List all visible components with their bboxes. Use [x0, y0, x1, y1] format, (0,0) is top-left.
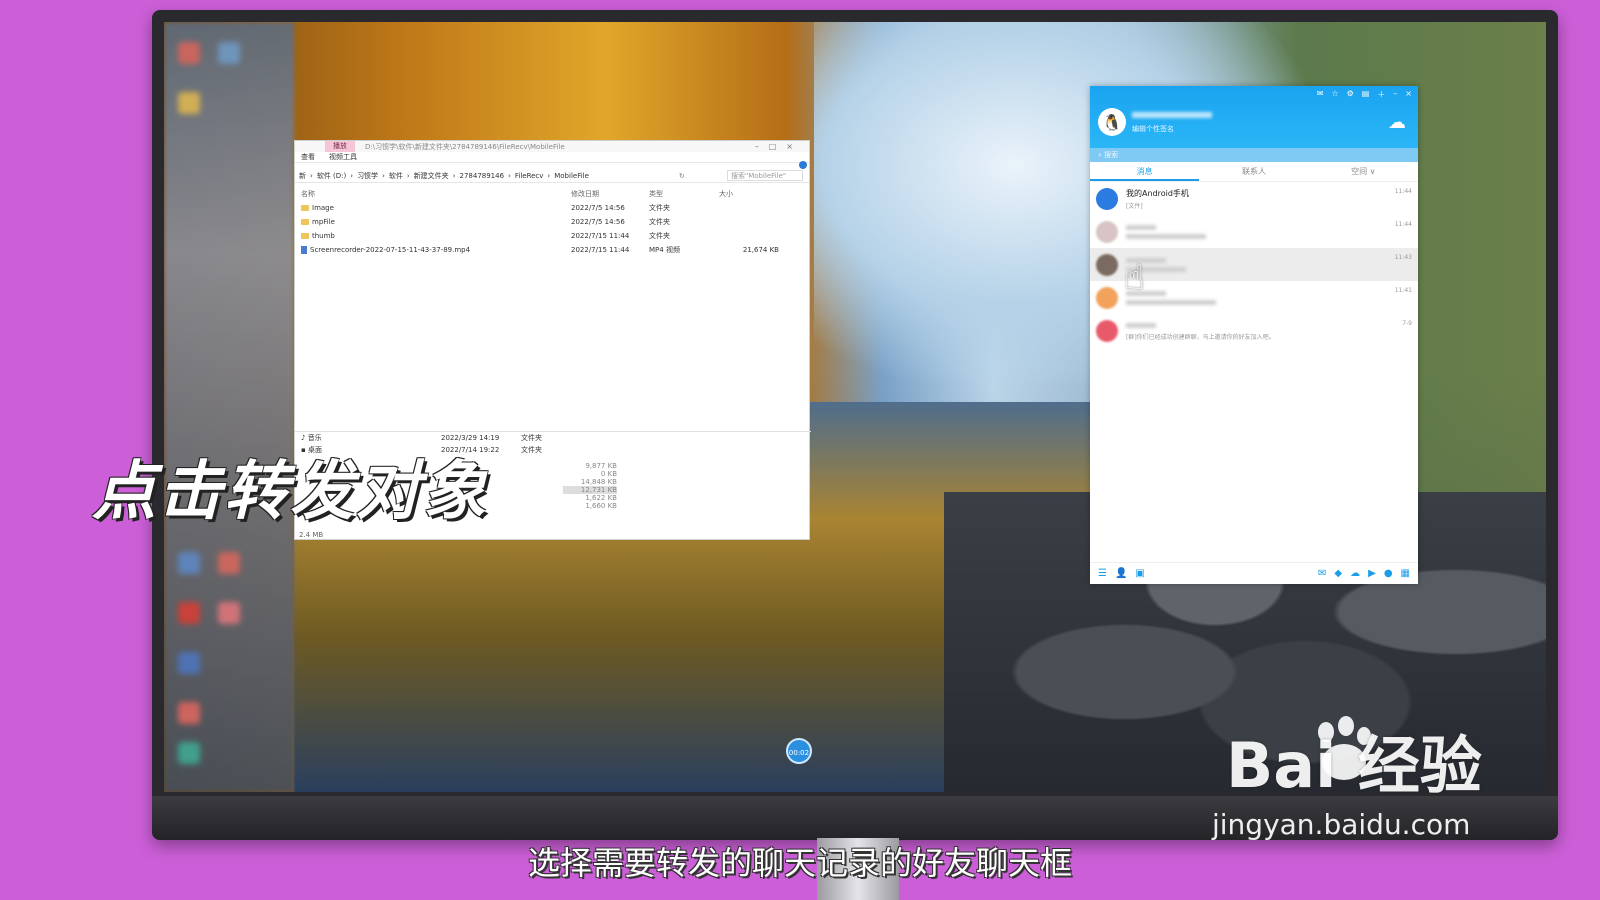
ribbon-view[interactable]: 查看	[301, 152, 315, 162]
qq-tabs: 消息 联系人 空间 ∨	[1090, 162, 1418, 182]
breadcrumb-3[interactable]: 软件	[389, 171, 403, 181]
music-app-icon[interactable]: ●	[1384, 568, 1393, 579]
file-icon[interactable]: ▤	[1362, 89, 1370, 100]
tab-space[interactable]: 空间 ∨	[1309, 162, 1418, 181]
mail-icon[interactable]: ✉	[1317, 89, 1324, 100]
android-phone-icon	[1096, 187, 1118, 210]
weather-icon[interactable]: ☁	[1388, 112, 1406, 133]
search-input[interactable]: 搜索"MobileFile"	[727, 170, 803, 181]
column-name[interactable]: 名称	[301, 189, 571, 199]
watermark-url: jingyan.baidu.com	[1212, 808, 1471, 841]
chat-item[interactable]: 我的Android手机 [文件] 11:44	[1090, 182, 1418, 215]
breadcrumb-7[interactable]: MobileFile	[554, 172, 589, 180]
desktop-icon[interactable]	[178, 742, 200, 764]
add-friend-icon[interactable]: 👤	[1115, 568, 1127, 579]
desktop-screen: 播放 D:\习惯学\软件\新建文件夹\2784789146\FileRecv\M…	[164, 22, 1546, 792]
chat-item[interactable]: 11:44	[1090, 215, 1418, 248]
folder-icon	[301, 219, 309, 225]
star-icon[interactable]: ☆	[1331, 89, 1338, 100]
avatar	[1096, 220, 1118, 243]
address-bar[interactable]: 新 › 软件 (D:) › 习惯学 › 软件 › 新建文件夹 › 2784789146 › …	[295, 169, 809, 183]
desktop-icon[interactable]	[178, 602, 200, 624]
tab-play[interactable]: 播放	[325, 141, 355, 152]
desktop-icon[interactable]	[218, 602, 240, 624]
help-icon[interactable]	[799, 161, 807, 169]
watermark-brand: Bai 经验	[1226, 729, 1482, 802]
explorer-ribbon: 查看 视频工具	[295, 152, 809, 163]
blurred-desktop-icons	[164, 22, 294, 792]
desktop-icon[interactable]	[178, 42, 200, 64]
file-row[interactable]: thumb 2022/7/15 11:44 文件夹	[295, 229, 809, 243]
folder-icon	[301, 205, 309, 211]
refresh-icon[interactable]: ↻	[679, 172, 685, 180]
tab-messages[interactable]: 消息	[1090, 162, 1200, 181]
file-row[interactable]: Image 2022/7/5 14:56 文件夹	[295, 201, 809, 215]
window-controls-icon[interactable]: –□×	[755, 142, 809, 151]
recording-timer[interactable]: 00:02	[786, 738, 812, 764]
desktop-icon[interactable]	[178, 92, 200, 114]
breadcrumb-2[interactable]: 习惯学	[357, 171, 378, 181]
desktop-icon[interactable]	[178, 552, 200, 574]
penguin-avatar[interactable]: 🐧	[1098, 108, 1126, 136]
breadcrumb-1[interactable]: 软件 (D:)	[317, 171, 346, 181]
menu-icon[interactable]: ☰	[1098, 568, 1107, 579]
qq-toolbar: ✉ ☆ ⚙ ▤ ＋ – ×	[1317, 89, 1412, 100]
column-type[interactable]: 类型	[649, 189, 719, 199]
column-date[interactable]: 修改日期	[571, 189, 649, 199]
breadcrumb-6[interactable]: FileRecv	[515, 172, 544, 180]
qq-main-window[interactable]: ✉ ☆ ⚙ ▤ ＋ – × 🐧 编辑个性签名 ☁ ⌕ 搜索 消息 联系人 空间 …	[1090, 86, 1418, 584]
add-icon[interactable]: ＋	[1377, 89, 1385, 100]
tab-contacts[interactable]: 联系人	[1199, 162, 1308, 181]
settings-icon[interactable]: ⚙	[1347, 89, 1354, 100]
avatar	[1096, 253, 1118, 276]
avatar	[1096, 319, 1118, 342]
explorer-titlebar[interactable]: 播放 D:\习惯学\软件\新建文件夹\2784789146\FileRecv\M…	[295, 141, 809, 152]
desktop-icon[interactable]	[218, 42, 240, 64]
breadcrumb-4[interactable]: 新建文件夹	[414, 171, 449, 181]
cloud-icon[interactable]: ☁	[1350, 568, 1360, 579]
file-assistant-icon[interactable]: ▣	[1135, 568, 1144, 579]
chat-item[interactable]: [群]你们已经成功创建群聊，马上邀请你的好友加入吧。 7-9	[1090, 314, 1418, 347]
signature[interactable]: 编辑个性签名	[1132, 124, 1174, 134]
apps-icon[interactable]: ▦	[1401, 568, 1410, 579]
file-row[interactable]: Screenrecorder-2022-07-15-11-43-37-89.mp…	[295, 243, 809, 257]
minimize-icon[interactable]: –	[1393, 89, 1397, 100]
column-headers: 名称 修改日期 类型 大小	[295, 183, 809, 201]
subtitle: 选择需要转发的聊天记录的好友聊天框	[527, 844, 1072, 882]
qq-search-input[interactable]: ⌕ 搜索	[1090, 148, 1418, 162]
desktop-icon[interactable]	[178, 652, 200, 674]
file-row[interactable]: mpFile 2022/7/5 14:56 文件夹	[295, 215, 809, 229]
nickname-blurred	[1132, 112, 1212, 118]
breadcrumb-0[interactable]: 新	[299, 171, 306, 181]
close-icon[interactable]: ×	[1405, 89, 1412, 100]
desktop-icon[interactable]	[178, 702, 200, 724]
size-column: 9,877 KB 0 KB 14,848 KB 12,731 KB 1,622 …	[563, 462, 617, 510]
folder-icon	[301, 233, 309, 239]
hand-cursor-icon: ☝	[1124, 258, 1145, 298]
game-icon[interactable]: ◆	[1334, 568, 1342, 579]
breadcrumb-5[interactable]: 2784789146	[460, 172, 505, 180]
qq-header: ✉ ☆ ⚙ ▤ ＋ – × 🐧 编辑个性签名 ☁	[1090, 86, 1418, 148]
mail-app-icon[interactable]: ✉	[1318, 568, 1326, 579]
window-path: D:\习惯学\软件\新建文件夹\2784789146\FileRecv\Mobi…	[365, 142, 565, 151]
video-icon[interactable]: ▶	[1368, 568, 1376, 579]
ribbon-video-tools[interactable]: 视频工具	[329, 152, 357, 162]
tutorial-caption: 点击转发对象	[92, 455, 488, 529]
status-bar: 2.4 MB	[299, 531, 324, 539]
qq-bottom-bar: ☰ 👤 ▣ ✉ ◆ ☁ ▶ ● ▦	[1090, 562, 1418, 584]
desktop-icon[interactable]	[218, 552, 240, 574]
column-size[interactable]: 大小	[719, 189, 779, 199]
avatar	[1096, 286, 1118, 309]
video-file-icon	[301, 246, 307, 254]
